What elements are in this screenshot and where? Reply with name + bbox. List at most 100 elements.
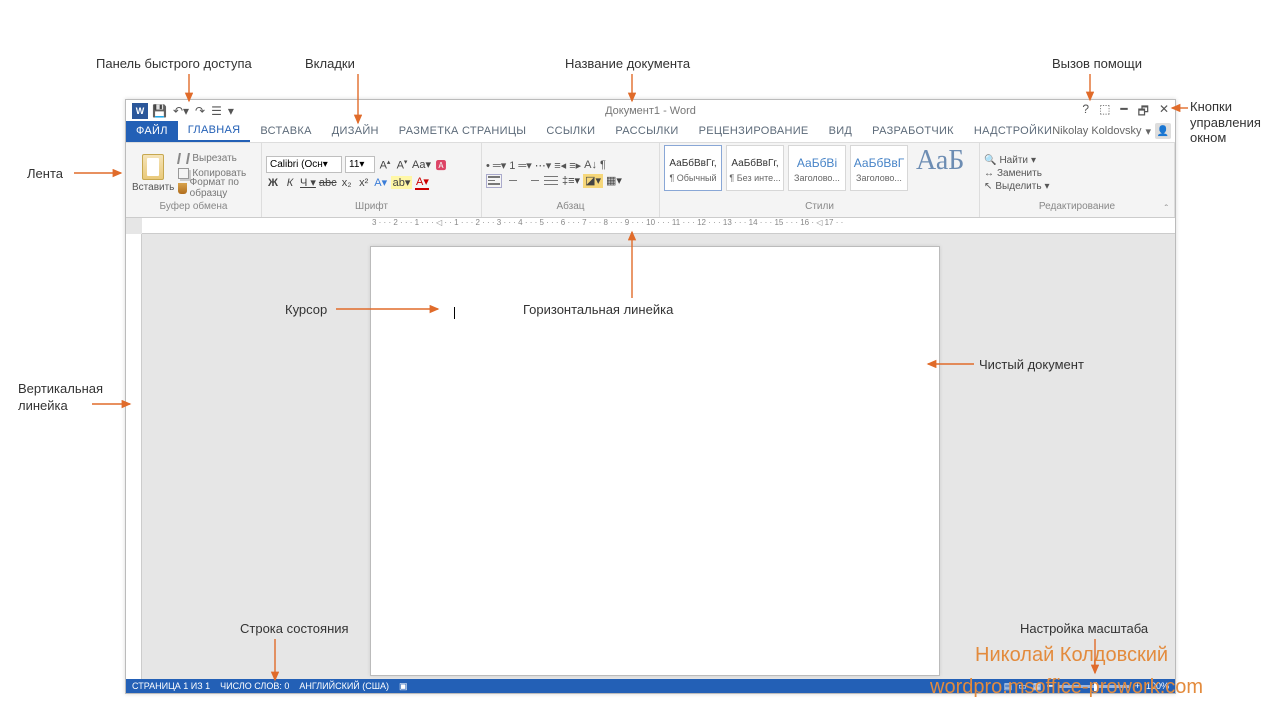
quick-access-toolbar[interactable]: 💾 ↶▾ ↷ ☰ ▾ — [152, 104, 234, 118]
document-title: Документ1 - Word — [605, 105, 696, 117]
tab-addins[interactable]: НАДСТРОЙКИ — [964, 120, 1062, 142]
close-icon[interactable]: ✕ — [1159, 102, 1169, 123]
align-right-button[interactable] — [524, 174, 540, 188]
user-account[interactable]: Nikolay Koldovsky▾ 👤 — [1052, 123, 1171, 139]
search-icon: 🔍 — [984, 155, 996, 166]
cut-icon — [177, 153, 190, 164]
workspace: 3 · · · 2 · · · 1 · · · ◁ · · 1 · · · 2 … — [126, 218, 1175, 679]
group-styles: АаБбВвГг,¶ Обычный АаБбВвГг,¶ Без инте..… — [660, 143, 980, 217]
tab-layout[interactable]: РАЗМЕТКА СТРАНИЦЫ — [389, 120, 537, 142]
font-color-button[interactable]: A▾ — [415, 175, 429, 190]
grow-font-button[interactable]: A▴ — [378, 158, 392, 172]
shrink-font-button[interactable]: A▾ — [395, 158, 409, 172]
strike-button[interactable]: abc — [319, 177, 337, 189]
style-heading1[interactable]: АаБбВіЗаголово... — [788, 145, 846, 191]
align-center-button[interactable] — [505, 174, 521, 188]
tab-view[interactable]: ВИД — [819, 120, 863, 142]
callout-cursor: Курсор — [285, 302, 327, 317]
group-editing: 🔍Найти ▾ ↔Заменить ↖Выделить ▾ Редактиро… — [980, 143, 1175, 217]
status-page[interactable]: СТРАНИЦА 1 ИЗ 1 — [132, 681, 210, 691]
tab-insert[interactable]: ВСТАВКА — [250, 120, 321, 142]
group-label: Редактирование — [984, 201, 1170, 215]
window-controls[interactable]: ? ⬚ ━ 🗗 ✕ — [1082, 102, 1169, 123]
shading-button[interactable]: ◪▾ — [583, 174, 603, 188]
inc-indent-button[interactable]: ≡▸ — [569, 159, 581, 172]
line-spacing-button[interactable]: ‡≡▾ — [562, 174, 580, 188]
status-macro-icon[interactable]: ▣ — [399, 681, 408, 692]
qat-save-icon[interactable]: 💾 — [152, 104, 167, 118]
tab-file[interactable]: ФАЙЛ — [126, 120, 178, 142]
sort-button[interactable]: A↓ — [584, 159, 597, 172]
callout-status: Строка состояния — [240, 621, 349, 636]
callout-doc: Чистый документ — [979, 357, 1084, 372]
tab-home[interactable]: ГЛАВНАЯ — [178, 120, 251, 142]
status-words[interactable]: ЧИСЛО СЛОВ: 0 — [220, 681, 289, 691]
find-button[interactable]: 🔍Найти ▾ — [984, 155, 1050, 166]
qat-undo-icon[interactable]: ↶▾ — [173, 104, 189, 118]
horizontal-ruler[interactable]: 3 · · · 2 · · · 1 · · · ◁ · · 1 · · · 2 … — [142, 218, 1175, 234]
paste-icon — [142, 154, 164, 180]
callout-ribbon: Лента — [27, 166, 63, 181]
avatar-icon: 👤 — [1155, 123, 1171, 139]
text-effects-button[interactable]: A▾ — [374, 176, 388, 189]
ribbon: Вставить Вырезать Копировать Формат по о… — [126, 143, 1175, 218]
group-clipboard: Вставить Вырезать Копировать Формат по о… — [126, 143, 262, 217]
subscript-button[interactable]: x₂ — [340, 177, 354, 189]
bold-button[interactable]: Ж — [266, 177, 280, 189]
tab-design[interactable]: ДИЗАЙН — [322, 120, 389, 142]
word-window: W 💾 ↶▾ ↷ ☰ ▾ Документ1 - Word ? ⬚ ━ 🗗 ✕ … — [125, 99, 1176, 694]
font-name-combo[interactable]: Calibri (Осн ▾ — [266, 156, 342, 173]
tab-developer[interactable]: РАЗРАБОТЧИК — [862, 120, 964, 142]
vertical-ruler[interactable] — [126, 234, 142, 679]
help-icon[interactable]: ? — [1082, 102, 1089, 123]
tab-mailings[interactable]: РАССЫЛКИ — [605, 120, 688, 142]
numbering-button[interactable]: 1 ═▾ — [509, 159, 532, 172]
tab-review[interactable]: РЕЦЕНЗИРОВАНИЕ — [689, 120, 819, 142]
minimize-icon[interactable]: ━ — [1120, 102, 1127, 123]
collapse-ribbon-icon[interactable]: ˆ — [1165, 204, 1168, 215]
change-case-button[interactable]: Aa▾ — [412, 158, 431, 171]
bullets-button[interactable]: • ═▾ — [486, 159, 506, 172]
group-font: Calibri (Осн ▾ 11 ▾ A▴ A▾ Aa▾ 🅰 Ж К Ч ▾ … — [262, 143, 482, 217]
style-heading2[interactable]: АаБбВвГЗаголово... — [850, 145, 908, 191]
qat-more-icon[interactable]: ▾ — [228, 104, 234, 118]
highlight-button[interactable]: ab▾ — [391, 176, 413, 189]
qat-redo-icon[interactable]: ↷ — [195, 104, 205, 118]
ribbon-options-icon[interactable]: ⬚ — [1099, 102, 1110, 123]
align-justify-button[interactable] — [543, 174, 559, 188]
multilevel-button[interactable]: ⋯▾ — [535, 159, 552, 172]
word-app-icon: W — [132, 103, 148, 119]
select-button[interactable]: ↖Выделить ▾ — [984, 181, 1050, 192]
superscript-button[interactable]: x² — [357, 177, 371, 189]
clear-format-button[interactable]: 🅰 — [434, 157, 448, 173]
restore-icon[interactable]: 🗗 — [1138, 102, 1149, 123]
replace-button[interactable]: ↔Заменить — [984, 168, 1050, 179]
dec-indent-button[interactable]: ≡◂ — [554, 159, 566, 172]
cut-button[interactable]: Вырезать — [178, 151, 257, 166]
brush-icon — [178, 183, 186, 194]
paste-button[interactable]: Вставить — [130, 152, 176, 195]
borders-button[interactable]: ▦▾ — [606, 174, 622, 188]
callout-help: Вызов помощи — [1052, 56, 1142, 71]
group-label: Шрифт — [266, 201, 477, 215]
tab-references[interactable]: ССЫЛКИ — [536, 120, 605, 142]
align-left-button[interactable] — [486, 174, 502, 188]
style-title[interactable]: АаБ — [912, 145, 968, 177]
callout-vruler: Вертикальная линейка — [18, 381, 88, 415]
qat-touch-icon[interactable]: ☰ — [211, 104, 222, 118]
italic-button[interactable]: К — [283, 177, 297, 189]
group-label: Буфер обмена — [130, 201, 257, 215]
watermark-name: Николай Колдовский — [975, 644, 1168, 667]
style-nospacing[interactable]: АаБбВвГг,¶ Без инте... — [726, 145, 784, 191]
show-marks-button[interactable]: ¶ — [600, 159, 606, 172]
underline-button[interactable]: Ч ▾ — [300, 176, 316, 189]
font-size-combo[interactable]: 11 ▾ — [345, 156, 375, 173]
ribbon-tabs[interactable]: ФАЙЛ ГЛАВНАЯ ВСТАВКА ДИЗАЙН РАЗМЕТКА СТР… — [126, 121, 1175, 143]
copy-icon — [178, 168, 189, 179]
format-painter-button[interactable]: Формат по образцу — [178, 181, 257, 196]
status-lang[interactable]: АНГЛИЙСКИЙ (США) — [299, 681, 389, 691]
group-label: Абзац — [486, 201, 655, 215]
callout-winbtn: Кнопки управления окном — [1190, 99, 1285, 146]
callout-qat: Панель быстрого доступа — [96, 56, 252, 71]
style-normal[interactable]: АаБбВвГг,¶ Обычный — [664, 145, 722, 191]
